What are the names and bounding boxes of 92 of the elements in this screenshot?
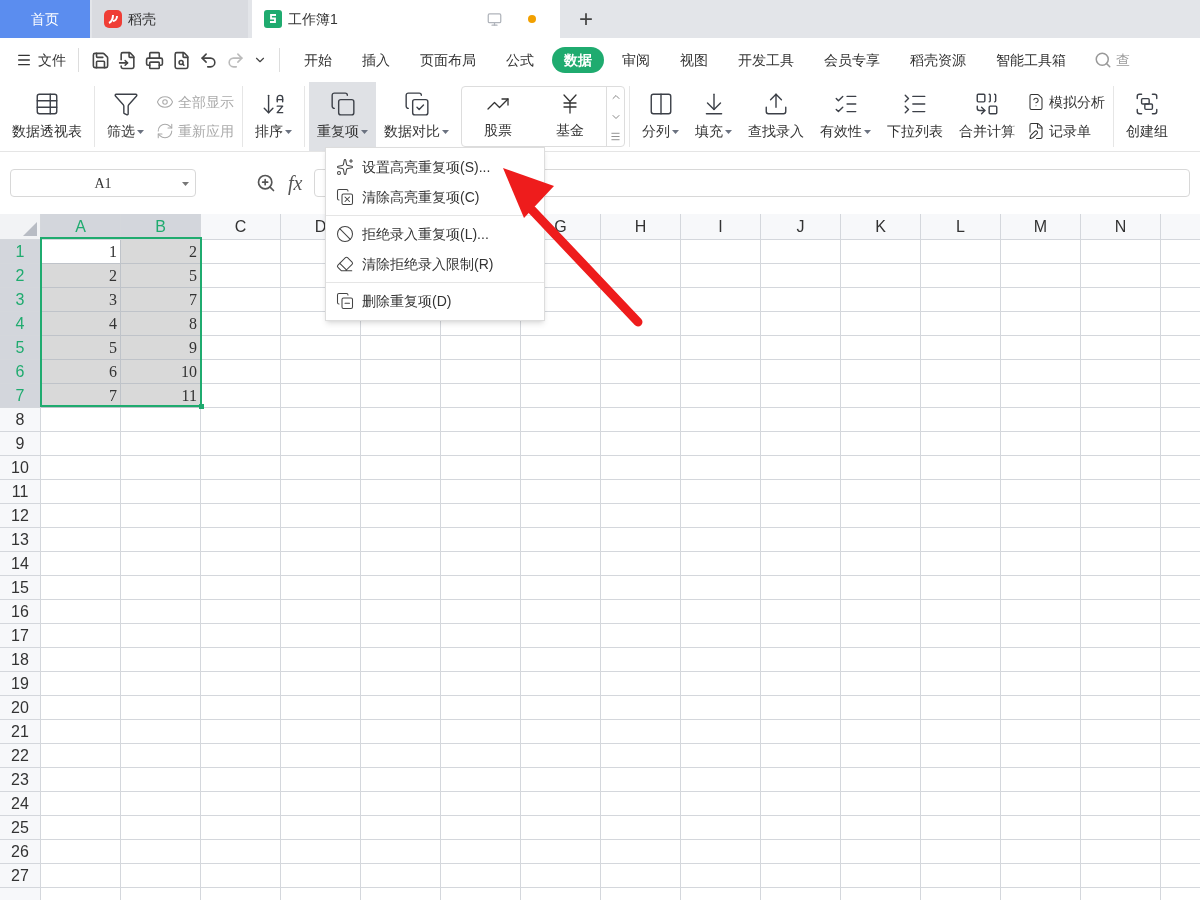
caret-icon — [285, 129, 292, 134]
reject-duplicates-icon — [336, 225, 354, 243]
ribbon-tab[interactable]: 公式 — [494, 47, 546, 73]
ribbon-button[interactable]: 筛选 — [99, 82, 152, 151]
ribbon-tab[interactable]: 视图 — [668, 47, 720, 73]
duplicate-icon — [329, 91, 356, 117]
ribbon-tab[interactable]: 插入 — [350, 47, 402, 73]
expand-icon[interactable] — [610, 131, 621, 142]
spreadsheet-logo-icon — [264, 10, 282, 28]
ribbon-tab[interactable]: 页面布局 — [408, 47, 488, 73]
table-cell[interactable]: 7 — [121, 288, 201, 312]
column-header[interactable]: C — [201, 214, 281, 240]
table-cell[interactable]: 6 — [41, 360, 121, 384]
table-cell[interactable]: 5 — [41, 336, 121, 360]
menu-item[interactable]: 删除重复项(D) — [326, 286, 462, 316]
group-icon — [1134, 91, 1160, 117]
ribbon-tab[interactable]: 智能工具箱 — [984, 47, 1078, 73]
export-icon[interactable] — [118, 50, 137, 70]
menu-item[interactable]: 清除高亮重复项(C) — [326, 182, 490, 212]
gallery-item[interactable]: 基金 — [534, 87, 606, 146]
caret-icon — [672, 129, 679, 134]
table-cell[interactable]: 4 — [41, 312, 121, 336]
name-box[interactable]: A1 — [10, 169, 196, 197]
refresh-filter-icon — [156, 122, 174, 140]
caret-icon — [137, 129, 144, 134]
ribbon-tab[interactable]: 稻壳资源 — [898, 47, 978, 73]
ribbon-button[interactable]: 下拉列表 — [879, 82, 951, 151]
compare-icon — [403, 91, 430, 117]
ribbon-tab[interactable]: 审阅 — [610, 47, 662, 73]
what-if-icon — [1027, 93, 1045, 111]
ribbon-button[interactable]: 填充 — [687, 82, 740, 151]
upload-icon — [763, 91, 789, 117]
eye-filter-icon — [156, 93, 174, 111]
table-cell[interactable]: 9 — [121, 336, 201, 360]
ribbon-tab[interactable]: 开发工具 — [726, 47, 806, 73]
column-header[interactable]: M — [1001, 214, 1081, 240]
ribbon-button[interactable]: 创建组 — [1118, 82, 1176, 151]
eraser-icon — [336, 255, 354, 273]
column-header[interactable]: L — [921, 214, 1001, 240]
column-header[interactable]: K — [841, 214, 921, 240]
document-tab[interactable]: 稻壳 — [92, 0, 248, 38]
ribbon-tab[interactable]: 开始 — [292, 47, 344, 73]
pivot-table-icon — [34, 91, 60, 117]
ribbon-button[interactable]: 有效性 — [812, 82, 879, 151]
table-cell[interactable]: 5 — [121, 264, 201, 288]
table-cell[interactable]: 2 — [121, 240, 201, 264]
ribbon-tab[interactable]: 会员专享 — [812, 47, 892, 73]
table-cell[interactable]: 3 — [41, 288, 121, 312]
ribbon-small-button[interactable]: 模拟分析 — [1027, 91, 1105, 113]
ribbon-button[interactable]: 重复项 — [309, 82, 376, 151]
ribbon-button[interactable]: 排序 — [247, 82, 300, 151]
merge-icon — [974, 91, 1000, 117]
remove-duplicates-icon — [336, 292, 354, 310]
form-edit-icon — [1027, 122, 1045, 140]
gallery-item[interactable]: 股票 — [462, 87, 534, 146]
ribbon-button[interactable]: 合并计算 — [951, 82, 1023, 151]
caret-icon — [182, 182, 189, 186]
menu-icon — [16, 52, 32, 68]
column-header[interactable]: J — [761, 214, 841, 240]
function-button[interactable]: fx — [288, 168, 303, 198]
print-icon[interactable] — [145, 50, 164, 70]
caret-icon — [725, 129, 732, 134]
highlight-duplicates-icon — [336, 158, 354, 176]
table-cell[interactable]: 2 — [41, 264, 121, 288]
print-preview-icon[interactable] — [172, 50, 191, 70]
docer-logo-icon — [104, 10, 122, 28]
ribbon-small-button[interactable]: 记录单 — [1027, 120, 1105, 142]
ribbon-button[interactable]: 分列 — [634, 82, 687, 151]
table-cell[interactable]: 10 — [121, 360, 201, 384]
save-icon[interactable] — [91, 50, 110, 70]
column-header[interactable]: N — [1081, 214, 1161, 240]
column-header[interactable]: I — [681, 214, 761, 240]
file-menu-button[interactable]: 文件 — [16, 49, 66, 71]
caret-icon — [864, 129, 871, 134]
table-cell[interactable]: 1 — [41, 240, 121, 264]
menu-item[interactable]: 清除拒绝录入限制(R) — [326, 249, 504, 279]
ribbon-button[interactable]: 数据透视表 — [4, 82, 90, 151]
menu-item[interactable]: 设置高亮重复项(S)... — [326, 152, 501, 182]
table-cell[interactable]: 11 — [121, 384, 201, 408]
table-cell[interactable]: 8 — [121, 312, 201, 336]
clear-highlight-icon — [336, 188, 354, 206]
new-tab-button[interactable]: + — [564, 0, 608, 38]
caret-icon — [361, 129, 368, 134]
column-header[interactable]: H — [601, 214, 681, 240]
search-icon — [1094, 51, 1112, 69]
funnel-icon — [112, 91, 139, 117]
zoom-icon[interactable] — [256, 173, 276, 193]
undo-icon[interactable] — [199, 50, 218, 70]
caret-icon — [442, 129, 449, 134]
document-tab[interactable]: 工作簿1 — [252, 0, 560, 38]
ribbon-button[interactable]: 查找录入 — [740, 82, 812, 151]
ribbon-button[interactable]: 数据对比 — [376, 82, 457, 151]
